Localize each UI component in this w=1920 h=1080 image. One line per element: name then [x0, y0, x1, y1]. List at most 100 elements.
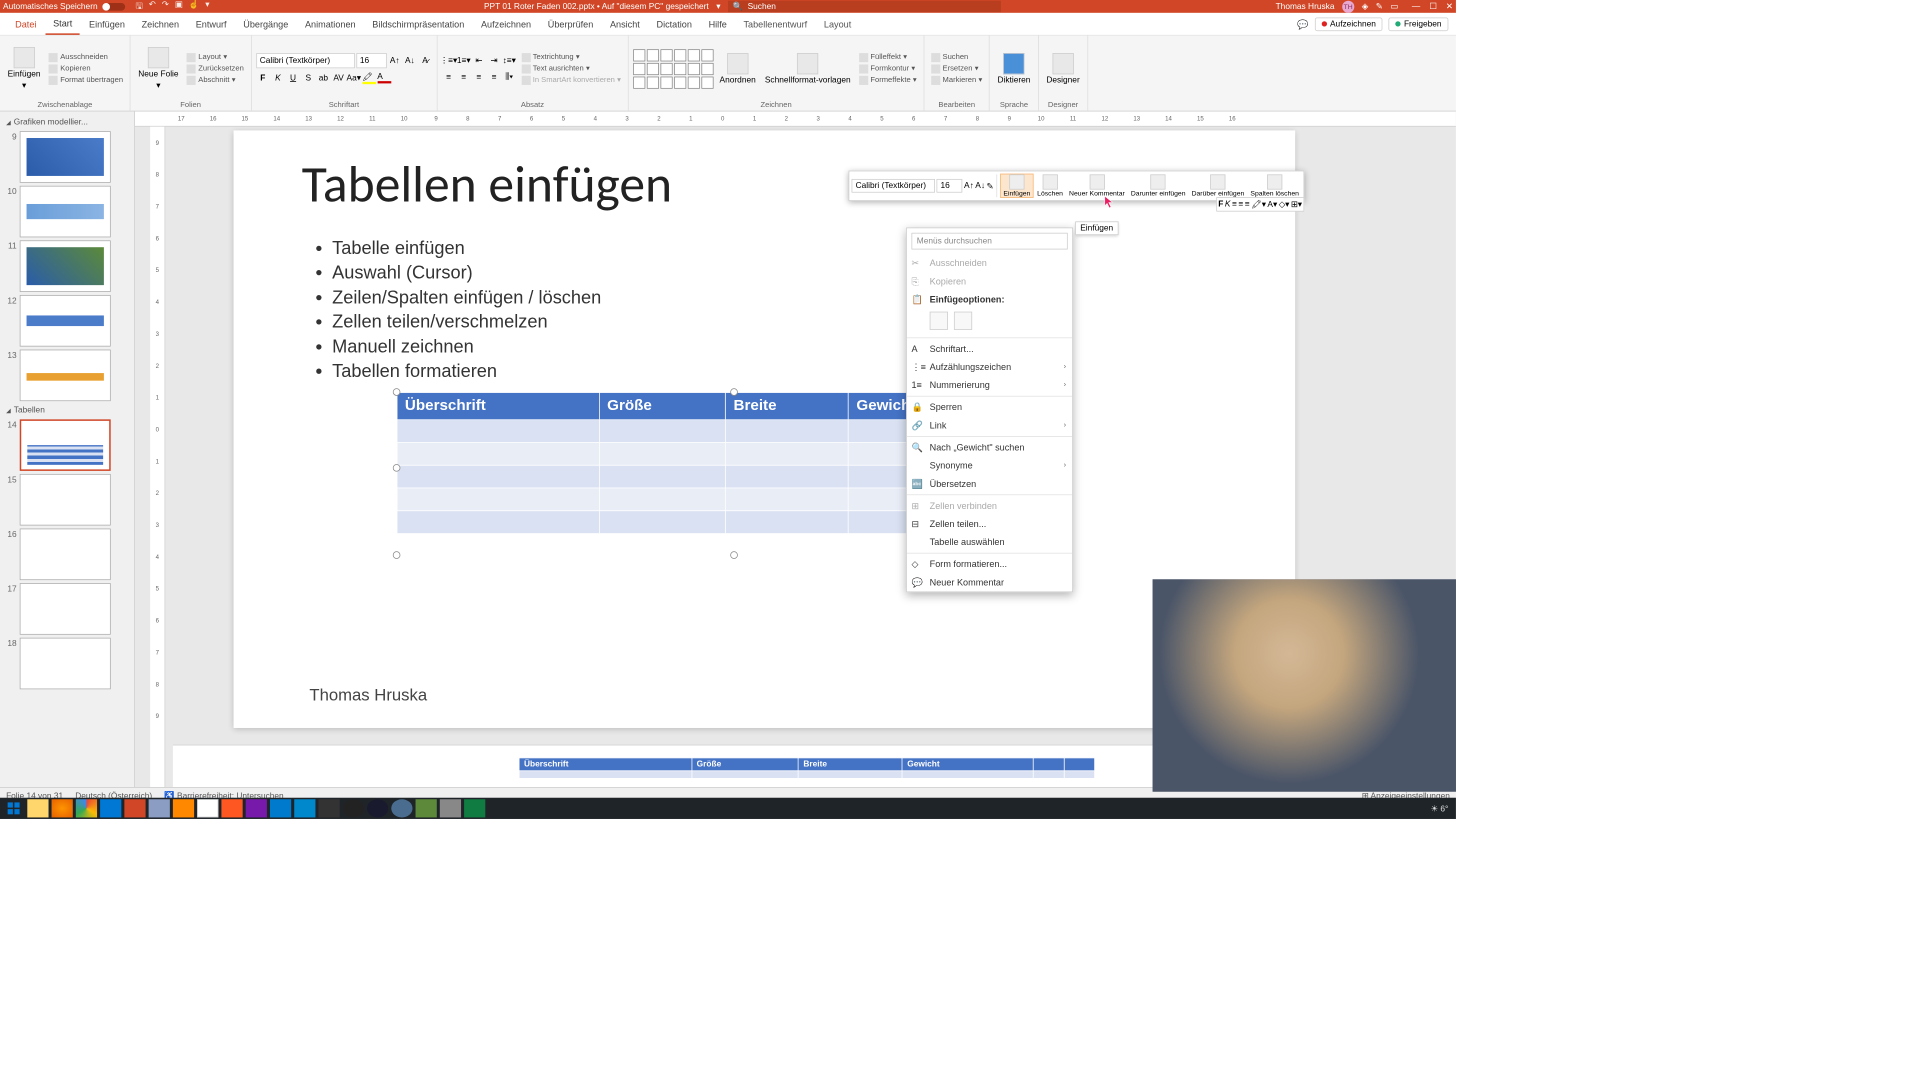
cut-button[interactable]: Ausschneiden [47, 52, 126, 63]
text-direction-button[interactable]: Textrichtung▾ [519, 52, 623, 63]
ctx-format-shape[interactable]: ◇Form formatieren... [907, 555, 1072, 573]
filename-chevron-icon[interactable]: ▾ [716, 2, 720, 12]
ctx-search-for[interactable]: 🔍Nach „Gewicht" suchen [907, 438, 1072, 456]
share-button[interactable]: Freigeben [1389, 17, 1449, 31]
comments-icon[interactable]: 💬 [1297, 19, 1308, 30]
tab-review[interactable]: Überprüfen [540, 14, 601, 34]
mini-size-select[interactable] [937, 179, 963, 193]
selection-handle[interactable] [393, 464, 401, 472]
decrease-font-icon[interactable]: A↓ [403, 53, 417, 67]
slide-title[interactable]: Tabellen einfügen [302, 153, 672, 216]
close-icon[interactable]: ✕ [1446, 2, 1453, 12]
paste-button[interactable]: Einfügen▾ [5, 45, 44, 91]
numbering-button[interactable]: 1≡▾ [457, 53, 471, 67]
ctx-select-table[interactable]: Tabelle auswählen [907, 533, 1072, 551]
mini-font-select[interactable] [852, 179, 935, 193]
onenote-icon[interactable] [246, 799, 267, 817]
ctx-search-input[interactable]: Menüs durchsuchen [911, 233, 1067, 250]
tab-help[interactable]: Hilfe [701, 14, 734, 34]
telegram-icon[interactable] [294, 799, 315, 817]
save-icon[interactable]: 🖫 [136, 0, 143, 14]
section-header[interactable]: Grafiken modellier... [0, 115, 134, 130]
new-slide-button[interactable]: Neue Folie▾ [135, 45, 181, 91]
slide[interactable]: Tabellen einfügen Tabelle einfügen Auswa… [234, 130, 1296, 728]
find-button[interactable]: Suchen [929, 52, 985, 63]
ctx-new-comment[interactable]: 💬Neuer Kommentar [907, 573, 1072, 591]
tab-slideshow[interactable]: Bildschirmpräsentation [365, 14, 472, 34]
mini-format-painter[interactable]: ✎ [987, 181, 994, 191]
tab-file[interactable]: Datei [8, 14, 44, 34]
mini-shrink-font[interactable]: A↓ [975, 181, 985, 190]
font-size-select[interactable] [356, 53, 386, 68]
copy-button[interactable]: Kopieren [47, 63, 126, 74]
indent-button[interactable]: ⇥ [487, 53, 501, 67]
shadow-button[interactable]: ab [317, 71, 331, 85]
arrange-button[interactable]: Anordnen [717, 51, 759, 86]
section-button[interactable]: Abschnitt▾ [185, 75, 246, 86]
thumb-11[interactable] [20, 240, 111, 292]
tab-tabledesign[interactable]: Tabellenentwurf [736, 14, 815, 34]
outdent-button[interactable]: ⇤ [472, 53, 486, 67]
mini-insert-button[interactable]: Einfügen [1000, 174, 1033, 198]
ctx-numbering[interactable]: 1≡Nummerierung› [907, 376, 1072, 394]
window-icon[interactable]: ▭ [1390, 2, 1398, 12]
thumb-9[interactable] [20, 131, 111, 183]
case-button[interactable]: Aa▾ [347, 71, 361, 85]
vlc-icon[interactable] [173, 799, 194, 817]
search-box[interactable]: 🔍 Suchen [728, 1, 1001, 12]
selection-handle[interactable] [730, 388, 738, 396]
file-name[interactable]: PPT 01 Roter Faden 002.pptx • Auf "diese… [484, 2, 709, 11]
tab-insert[interactable]: Einfügen [81, 14, 132, 34]
thumb-15[interactable] [20, 474, 111, 526]
underline-button[interactable]: U [286, 71, 300, 85]
reset-button[interactable]: Zurücksetzen [185, 63, 246, 74]
thumb-18[interactable] [20, 638, 111, 690]
justify-button[interactable]: ≡ [487, 70, 501, 84]
mini-borders[interactable]: ⊞▾ [1291, 199, 1302, 209]
designer-button[interactable]: Designer [1043, 51, 1082, 86]
mini-highlight[interactable]: 🖍▾ [1251, 199, 1266, 209]
slide-thumbnails[interactable]: Grafiken modellier... 9 10 11 12 13 Tabe… [0, 111, 135, 790]
weather-widget[interactable]: ☀ 6° [1431, 803, 1449, 813]
slide-footer[interactable]: Thomas Hruska [309, 686, 427, 706]
mini-italic[interactable]: K [1225, 199, 1231, 209]
tab-view[interactable]: Ansicht [602, 14, 647, 34]
paste-option-2[interactable] [954, 312, 972, 330]
tab-design[interactable]: Entwurf [188, 14, 234, 34]
tab-record[interactable]: Aufzeichnen [473, 14, 538, 34]
shape-effects-button[interactable]: Formeffekte▾ [857, 75, 919, 86]
layout-button[interactable]: Layout▾ [185, 52, 246, 63]
select-button[interactable]: Markieren▾ [929, 75, 985, 86]
mini-font-color[interactable]: A▾ [1267, 199, 1277, 209]
ctx-translate[interactable]: 🔤Übersetzen [907, 475, 1072, 493]
thumb-17[interactable] [20, 583, 111, 635]
presenter-icon[interactable]: ▣ [175, 0, 183, 14]
mini-align-center[interactable]: ≡ [1238, 199, 1243, 209]
tab-transitions[interactable]: Übergänge [236, 14, 296, 34]
mini-align-right[interactable]: ≡ [1245, 199, 1250, 209]
ctx-link[interactable]: 🔗Link› [907, 416, 1072, 434]
qat-more-icon[interactable]: ▾ [205, 0, 209, 14]
app-icon-2[interactable] [197, 799, 218, 817]
slide-bullets[interactable]: Tabelle einfügen Auswahl (Cursor) Zeilen… [309, 237, 601, 384]
align-center-button[interactable]: ≡ [457, 70, 471, 84]
format-painter-button[interactable]: Format übertragen [47, 75, 126, 86]
tab-animations[interactable]: Animationen [297, 14, 363, 34]
app-icon-3[interactable] [221, 799, 242, 817]
thumb-14-selected[interactable] [20, 419, 111, 471]
undo-icon[interactable]: ↶ [149, 0, 156, 14]
pen-icon[interactable]: ✎ [1376, 2, 1383, 12]
dictate-button[interactable]: Diktieren [994, 51, 1033, 86]
ctx-bullets[interactable]: ⋮≡Aufzählungszeichen› [907, 358, 1072, 376]
app-icon[interactable] [149, 799, 170, 817]
highlight-button[interactable]: 🖍 [362, 71, 376, 85]
spacing-button[interactable]: AV [332, 71, 346, 85]
explorer-icon[interactable] [27, 799, 48, 817]
mini-bold[interactable]: F [1218, 199, 1223, 209]
user-name[interactable]: Thomas Hruska [1276, 2, 1335, 11]
mini-fill[interactable]: ◇▾ [1279, 199, 1290, 209]
vscode-icon[interactable] [270, 799, 291, 817]
bold-button[interactable]: F [256, 71, 270, 85]
align-left-button[interactable]: ≡ [442, 70, 456, 84]
maximize-icon[interactable]: ☐ [1429, 2, 1436, 12]
